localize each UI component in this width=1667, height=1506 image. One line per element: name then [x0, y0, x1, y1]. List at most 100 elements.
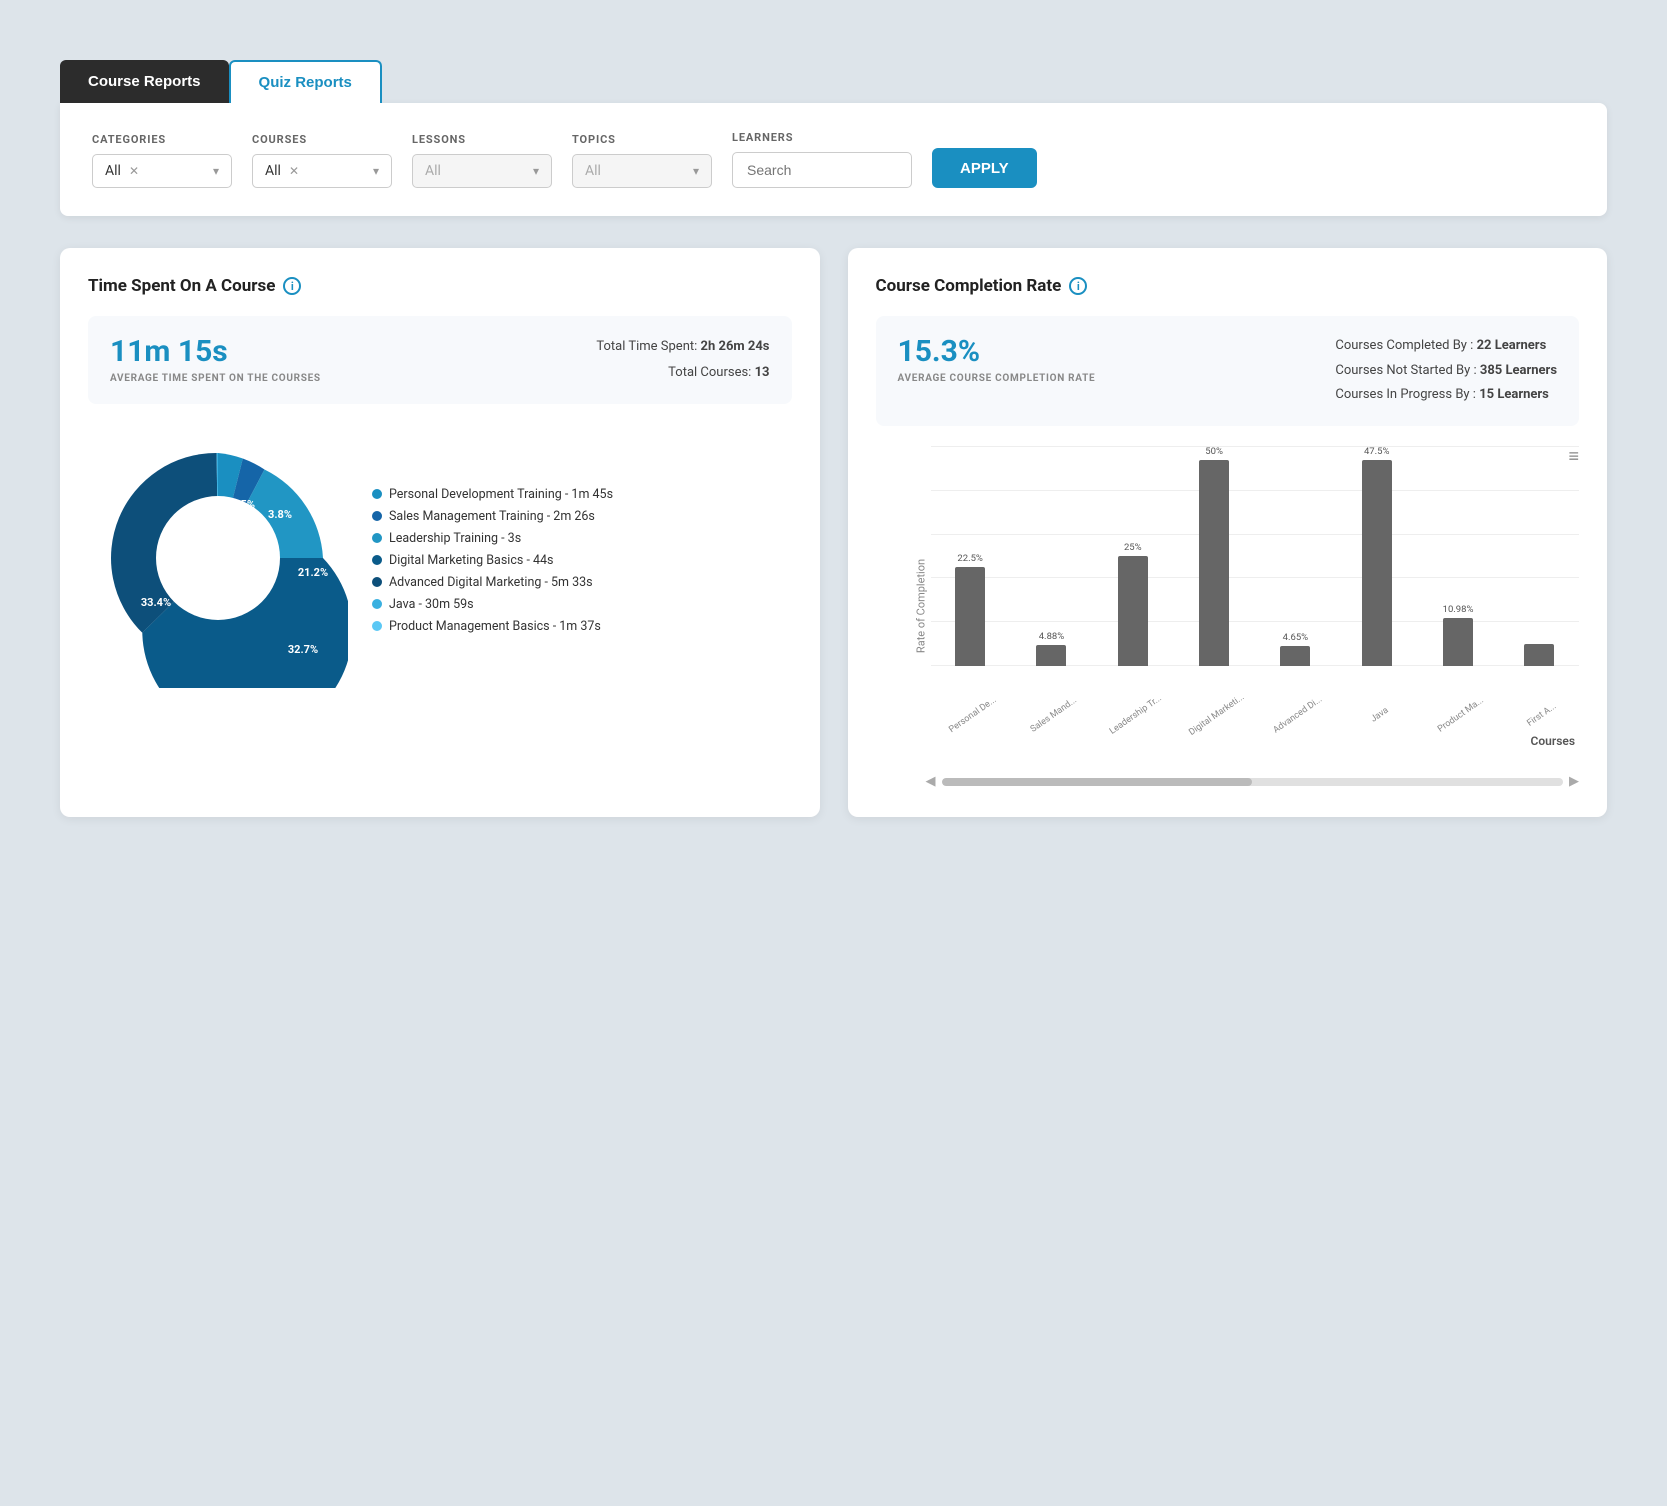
lessons-value: All	[425, 163, 441, 179]
svg-text:4.5%: 4.5%	[231, 498, 255, 511]
filter-group-courses: COURSES All ✕ ▾	[252, 133, 392, 188]
scrollbar-thumb	[942, 778, 1253, 786]
time-summary-right: Total Time Spent: 2h 26m 24s Total Cours…	[596, 334, 769, 386]
legend-label-4: Advanced Digital Marketing - 5m 33s	[389, 575, 593, 590]
lessons-label: LESSONS	[412, 133, 552, 146]
legend-dot-1	[372, 511, 382, 521]
categories-clear[interactable]: ✕	[129, 164, 139, 178]
legend-label-5: Java - 30m 59s	[389, 597, 474, 612]
bar-leadership: 25% Leadership Tr...	[1093, 446, 1172, 666]
y-axis-label: Rate of Completion	[914, 559, 927, 653]
svg-text:3.8%: 3.8%	[268, 508, 292, 521]
tab-quiz-reports[interactable]: Quiz Reports	[229, 60, 382, 103]
topics-select[interactable]: All ▾	[572, 154, 712, 188]
donut-legend: Personal Development Training - 1m 45s S…	[372, 487, 613, 634]
completion-title: Course Completion Rate i	[876, 276, 1580, 296]
scroll-left-arrow[interactable]: ◀	[926, 774, 936, 789]
donut-area: 4.5% 3.8% 21.2% 32.7% 33.4% Personal Dev…	[88, 428, 792, 692]
avg-time-stat: 11m 15s	[110, 334, 321, 369]
bar-first: First A...	[1500, 446, 1579, 666]
bar-product: 10.98% Product Ma...	[1418, 446, 1497, 666]
courses-select[interactable]: All ✕ ▾	[252, 154, 392, 188]
x-axis-label: Courses	[931, 734, 1580, 748]
bar-personal: 22.5% Personal De...	[931, 446, 1010, 666]
filter-group-categories: CATEGORIES All ✕ ▾	[92, 133, 232, 188]
categories-value: All	[105, 163, 121, 179]
time-spent-info-icon[interactable]: i	[283, 277, 301, 295]
topics-label: TOPICS	[572, 133, 712, 146]
scrollbar-wrap: ◀ ▶	[876, 774, 1580, 789]
avg-time-label: AVERAGE TIME SPENT ON THE COURSES	[110, 373, 321, 384]
bar-chart-bars: 22.5% Personal De... 4.88% Sales Mand...	[931, 446, 1580, 666]
completion-card: Course Completion Rate i 15.3% AVERAGE C…	[848, 248, 1608, 817]
learners-label: LEARNERS	[732, 131, 912, 144]
filter-group-learners: LEARNERS	[732, 131, 912, 188]
bar-rect-digital	[1199, 460, 1229, 666]
legend-dot-5	[372, 599, 382, 609]
courses-label: COURSES	[252, 133, 392, 146]
bar-chart-wrap: ≡ Rate of Completion	[876, 446, 1580, 789]
legend-item-0: Personal Development Training - 1m 45s	[372, 487, 613, 502]
completion-info-icon[interactable]: i	[1069, 277, 1087, 295]
bar-rect-sales	[1036, 645, 1066, 666]
legend-item-2: Leadership Training - 3s	[372, 531, 613, 546]
cards-row: Time Spent On A Course i 11m 15s AVERAGE…	[60, 248, 1607, 817]
bar-java: 47.5% Java	[1337, 446, 1416, 666]
avg-completion-label: AVERAGE COURSE COMPLETION RATE	[898, 373, 1096, 384]
bar-rect-java	[1362, 460, 1392, 666]
filter-group-topics: TOPICS All ▾	[572, 133, 712, 188]
legend-dot-2	[372, 533, 382, 543]
filter-group-lessons: LESSONS All ▾	[412, 133, 552, 188]
courses-clear[interactable]: ✕	[289, 164, 299, 178]
legend-dot-3	[372, 555, 382, 565]
donut-chart: 4.5% 3.8% 21.2% 32.7% 33.4%	[88, 428, 348, 692]
lessons-select[interactable]: All ▾	[412, 154, 552, 188]
bar-sales: 4.88% Sales Mand...	[1012, 446, 1091, 666]
legend-label-1: Sales Management Training - 2m 26s	[389, 509, 595, 524]
filter-row: CATEGORIES All ✕ ▾ COURSES All ✕ ▾ LESSO…	[92, 131, 1575, 188]
apply-button[interactable]: APPLY	[932, 148, 1037, 188]
legend-label-6: Product Management Basics - 1m 37s	[389, 619, 601, 634]
completion-right: Courses Completed By : 22 Learners Cours…	[1335, 334, 1557, 408]
topics-value: All	[585, 163, 601, 179]
time-spent-title: Time Spent On A Course i	[88, 276, 792, 296]
categories-label: CATEGORIES	[92, 133, 232, 146]
legend-item-6: Product Management Basics - 1m 37s	[372, 619, 613, 634]
legend-dot-0	[372, 489, 382, 499]
courses-value: All	[265, 163, 281, 179]
legend-dot-6	[372, 621, 382, 631]
bar-rect-first	[1524, 644, 1554, 666]
svg-text:32.7%: 32.7%	[288, 643, 318, 656]
tab-course-reports[interactable]: Course Reports	[60, 60, 229, 103]
legend-label-2: Leadership Training - 3s	[389, 531, 521, 546]
legend-item-1: Sales Management Training - 2m 26s	[372, 509, 613, 524]
bar-advanced: 4.65% Advanced Di...	[1256, 446, 1335, 666]
tabs-bar: Course Reports Quiz Reports	[60, 60, 1607, 103]
avg-completion-stat: 15.3%	[898, 334, 1096, 369]
bar-digital: 50% Digital Marketi...	[1174, 446, 1253, 666]
scrollbar-track[interactable]	[942, 778, 1564, 786]
legend-dot-4	[372, 577, 382, 587]
time-spent-card: Time Spent On A Course i 11m 15s AVERAGE…	[60, 248, 820, 817]
filter-panel: CATEGORIES All ✕ ▾ COURSES All ✕ ▾ LESSO…	[60, 103, 1607, 216]
scroll-right-arrow[interactable]: ▶	[1569, 774, 1579, 789]
courses-chevron: ▾	[373, 164, 379, 178]
bar-rect-personal	[955, 567, 985, 666]
search-input[interactable]	[732, 152, 912, 188]
completion-summary-box: 15.3% AVERAGE COURSE COMPLETION RATE Cou…	[876, 316, 1580, 426]
bar-rect-leadership	[1118, 556, 1148, 666]
svg-text:33.4%: 33.4%	[141, 596, 171, 609]
bar-rect-advanced	[1280, 646, 1310, 666]
topics-chevron: ▾	[693, 164, 699, 178]
categories-chevron: ▾	[213, 164, 219, 178]
legend-label-3: Digital Marketing Basics - 44s	[389, 553, 554, 568]
time-summary-box: 11m 15s AVERAGE TIME SPENT ON THE COURSE…	[88, 316, 792, 404]
lessons-chevron: ▾	[533, 164, 539, 178]
categories-select[interactable]: All ✕ ▾	[92, 154, 232, 188]
legend-item-4: Advanced Digital Marketing - 5m 33s	[372, 575, 613, 590]
legend-item-3: Digital Marketing Basics - 44s	[372, 553, 613, 568]
legend-label-0: Personal Development Training - 1m 45s	[389, 487, 613, 502]
legend-item-5: Java - 30m 59s	[372, 597, 613, 612]
bar-rect-product	[1443, 618, 1473, 666]
svg-text:21.2%: 21.2%	[298, 566, 328, 579]
